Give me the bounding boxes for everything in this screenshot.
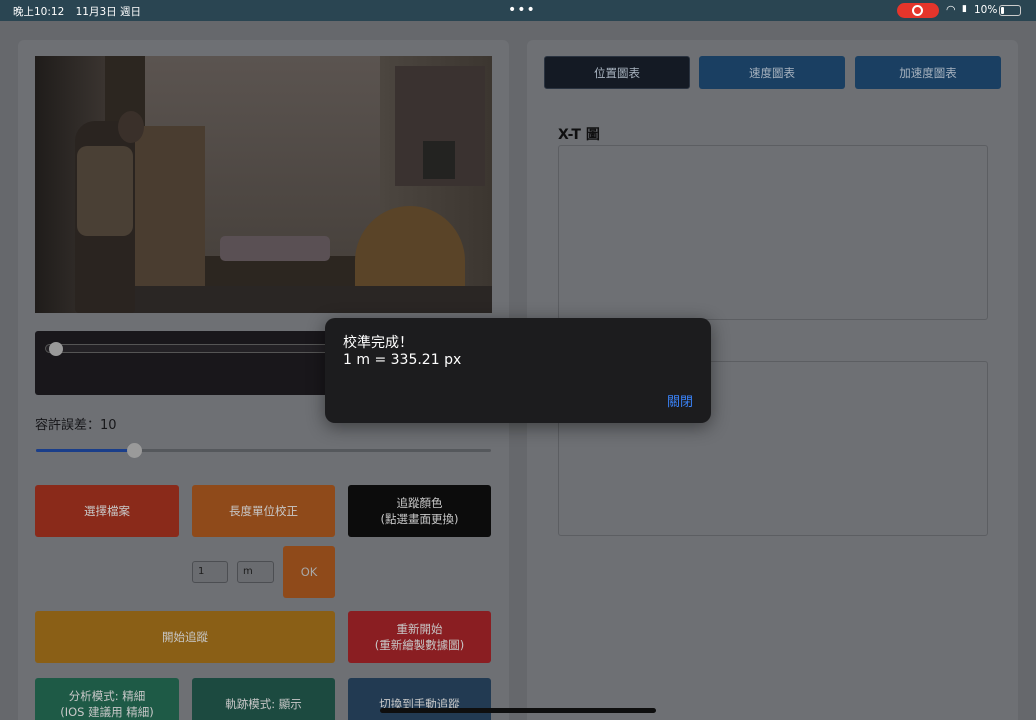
status-time-date: 晚上10:12 11月3日 週日 <box>13 4 149 19</box>
screen-recording-icon[interactable] <box>897 3 939 18</box>
tab-acceleration-chart[interactable]: 加速度圖表 <box>855 56 1001 89</box>
track-color-button[interactable]: 追蹤顏色 (點選畫面更換) <box>348 485 491 537</box>
tab-velocity-label: 速度圖表 <box>749 65 795 80</box>
analysis-mode-label: 分析模式: 精細 <box>68 688 146 703</box>
trail-mode-button[interactable]: 軌跡模式: 顯示 <box>192 678 335 720</box>
calibrate-label: 長度單位校正 <box>229 503 298 518</box>
ok-button[interactable]: OK <box>283 546 335 598</box>
tab-velocity-chart[interactable]: 速度圖表 <box>699 56 845 89</box>
tab-position-chart[interactable]: 位置圖表 <box>544 56 690 89</box>
restart-button[interactable]: 重新開始 (重新繪製數據圖) <box>348 611 491 663</box>
wifi-icon: ◠ <box>946 3 956 16</box>
calibrate-button[interactable]: 長度單位校正 <box>192 485 335 537</box>
ok-label: OK <box>300 564 318 579</box>
status-date: 11月3日 週日 <box>75 6 141 18</box>
select-file-label: 選擇檔案 <box>84 503 130 518</box>
track-color-hint: (點選畫面更換) <box>380 512 459 526</box>
battery-percent: 10% <box>974 4 998 16</box>
tab-acceleration-label: 加速度圖表 <box>899 65 957 80</box>
start-tracking-label: 開始追蹤 <box>162 629 208 644</box>
status-bar: 晚上10:12 11月3日 週日 ••• ◠ ▮ 10% <box>0 0 1036 21</box>
calibration-dialog: 校準完成！ 1 m = 335.21 px 關閉 <box>325 318 711 423</box>
restart-hint: (重新繪製數據圖) <box>374 638 465 652</box>
orientation-lock-icon: ▮ <box>962 4 967 14</box>
restart-label: 重新開始 <box>396 621 443 636</box>
trail-mode-label: 軌跡模式: 顯示 <box>225 696 302 711</box>
length-value-input[interactable]: 1 <box>192 561 228 583</box>
track-color-label: 追蹤顏色 <box>396 495 443 510</box>
tolerance-slider-thumb[interactable] <box>127 443 142 458</box>
battery-icon <box>999 5 1021 16</box>
length-unit-input[interactable]: m <box>237 561 274 583</box>
tab-position-label: 位置圖表 <box>594 65 640 80</box>
analysis-mode-hint: (IOS 建議用 精細) <box>60 705 154 719</box>
dialog-title: 校準完成！ <box>343 335 413 351</box>
dialog-close-button[interactable]: 關閉 <box>667 391 693 410</box>
analysis-mode-button[interactable]: 分析模式: 精細 (IOS 建議用 精細) <box>35 678 179 720</box>
multitask-dots-icon[interactable]: ••• <box>508 2 536 18</box>
chart-title: X-T 圖 <box>558 127 600 143</box>
tolerance-label: 容許誤差：10 <box>35 418 117 433</box>
manual-track-button[interactable]: 切換到手動追蹤 <box>348 678 491 720</box>
timeline-thumb[interactable] <box>49 342 63 356</box>
tolerance-slider-fill <box>36 449 134 452</box>
start-tracking-button[interactable]: 開始追蹤 <box>35 611 335 663</box>
dialog-message: 1 m = 335.21 px <box>343 352 462 368</box>
xt-chart-area <box>558 145 988 320</box>
status-time: 晚上10:12 <box>13 6 65 18</box>
home-indicator[interactable] <box>380 708 656 713</box>
select-file-button[interactable]: 選擇檔案 <box>35 485 179 537</box>
video-preview[interactable] <box>35 56 492 313</box>
